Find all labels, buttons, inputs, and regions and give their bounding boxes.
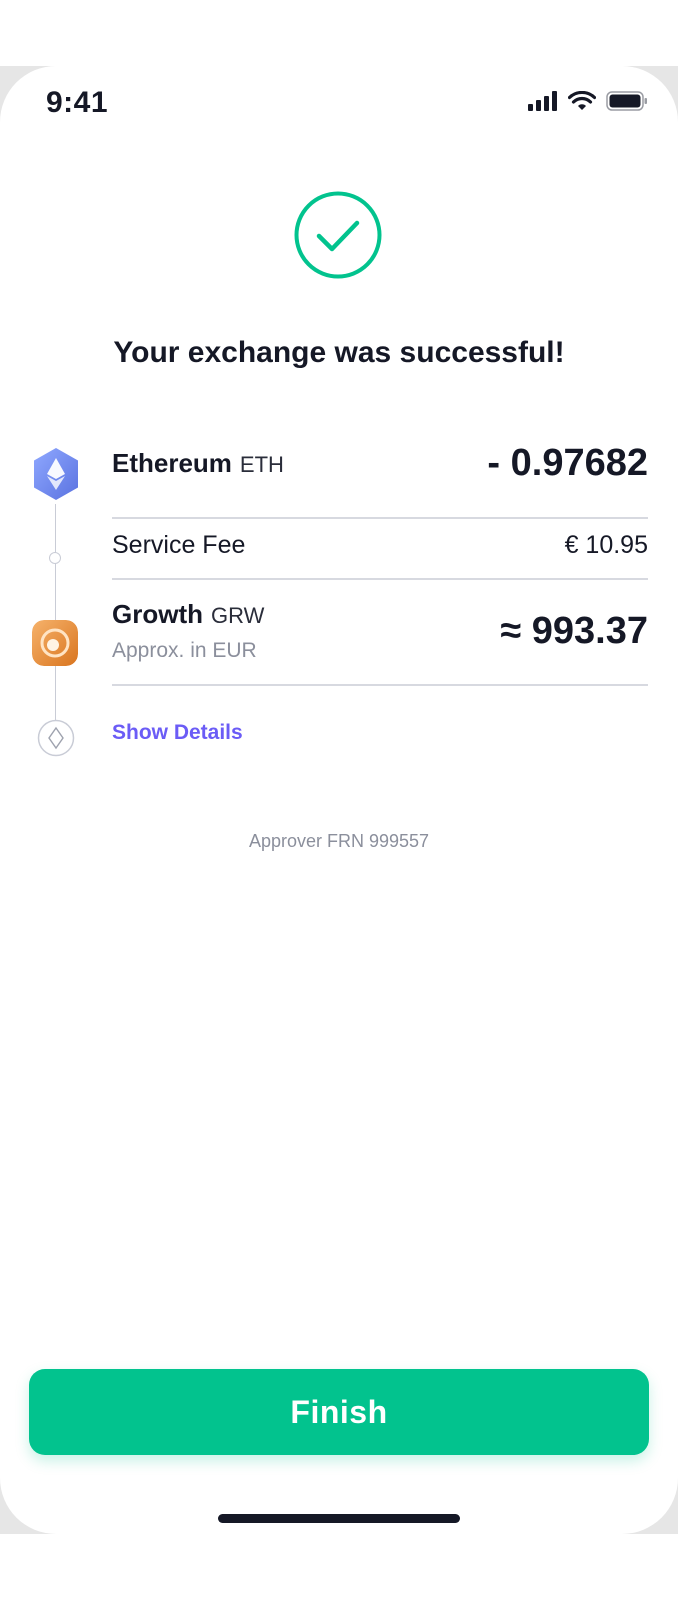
from-asset-label: Ethereum ETH	[112, 448, 284, 479]
service-fee-label: Service Fee	[112, 531, 246, 559]
divider	[112, 578, 648, 580]
divider	[112, 517, 648, 519]
to-asset-subtitle: Approx. in EUR	[112, 639, 257, 662]
service-fee-value: € 10.95	[564, 531, 648, 559]
from-amount: - 0.97682	[487, 442, 648, 484]
show-details-link[interactable]: Show Details	[112, 721, 243, 745]
screen: 9:41 Your exchange was successful! Ether…	[0, 66, 678, 1534]
to-asset-label: Growth GRW	[112, 599, 264, 630]
fee-node-icon	[49, 552, 61, 564]
from-asset-ticker: ETH	[239, 452, 284, 477]
page-title: Your exchange was successful!	[113, 336, 565, 369]
growth-coin-icon	[32, 620, 78, 666]
status-time: 9:41	[46, 86, 109, 119]
battery-icon	[606, 91, 647, 111]
cellular-signal-icon	[528, 91, 557, 111]
from-asset-name: Ethereum	[112, 448, 232, 478]
to-asset-ticker: GRW	[211, 603, 265, 628]
to-asset-name: Growth	[112, 599, 203, 629]
wifi-icon	[568, 91, 596, 110]
home-indicator[interactable]	[218, 1514, 460, 1523]
details-node-icon	[37, 719, 75, 757]
approver-text: Approver FRN 999557	[248, 831, 430, 851]
ethereum-icon	[34, 448, 78, 500]
success-check-icon	[294, 191, 382, 279]
divider	[112, 684, 648, 686]
to-amount: ≈ 993.37	[500, 610, 648, 652]
finish-button[interactable]: Finish	[29, 1369, 649, 1455]
status-icons	[528, 91, 648, 111]
